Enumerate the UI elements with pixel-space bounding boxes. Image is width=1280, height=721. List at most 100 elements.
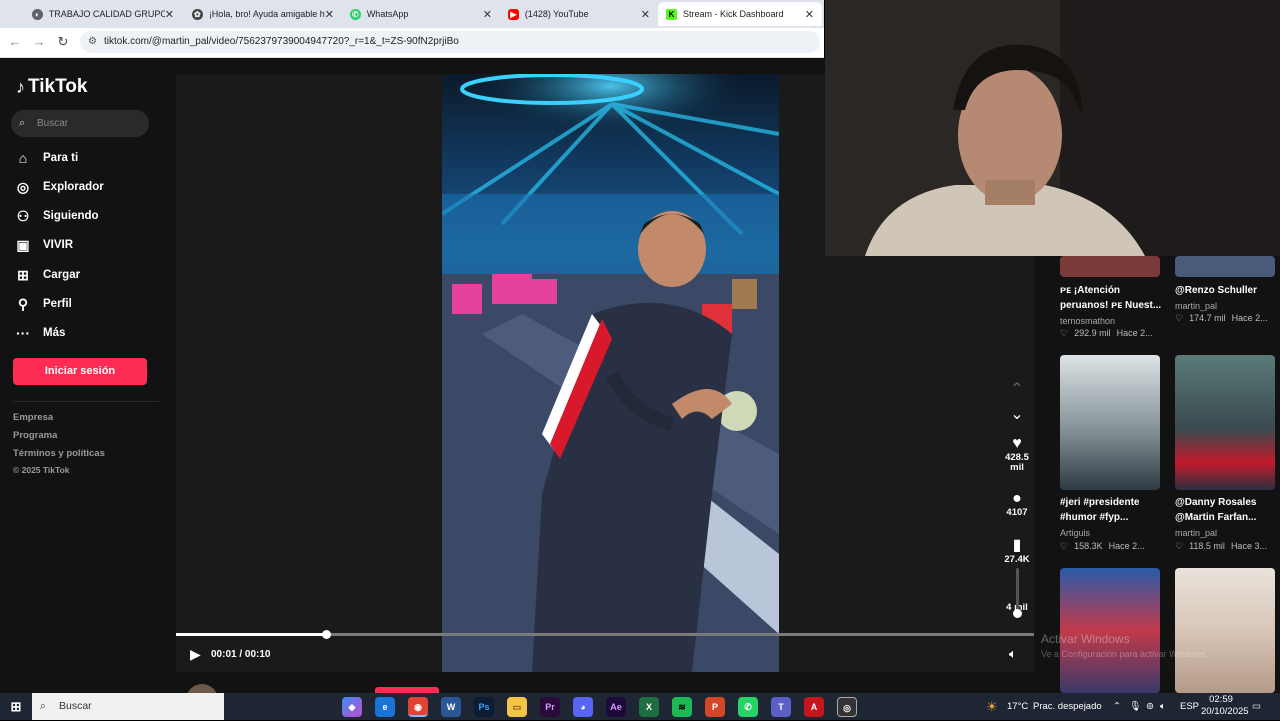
related-user[interactable]: Artiguis — [1060, 528, 1090, 538]
play-button[interactable]: ▶ — [190, 646, 201, 663]
browser-tab-4[interactable]: ▶ (1428) YouTube ✕ — [500, 2, 658, 26]
related-thumbnail[interactable] — [1060, 355, 1160, 490]
nav-label: Para ti — [43, 152, 79, 164]
login-button[interactable]: Iniciar sesión — [13, 358, 147, 385]
save-count: 27.4K — [1004, 554, 1030, 565]
site-info-icon[interactable]: ⚙ — [88, 31, 97, 53]
related-user[interactable]: ternosmathon — [1060, 316, 1115, 326]
related-age: Hace 2... — [1108, 541, 1145, 551]
url-field[interactable]: ⚙ tiktok.com/@martin_pal/video/756237973… — [80, 31, 820, 53]
nav-item-para-ti[interactable]: ⌂ Para ti — [14, 147, 78, 169]
close-icon[interactable]: ✕ — [165, 8, 174, 21]
close-icon[interactable]: ✕ — [805, 8, 814, 21]
spotify-icon[interactable]: ≋ — [672, 697, 692, 717]
nav-item-perfil[interactable]: ⚲ Perfil — [14, 293, 72, 315]
comment-button[interactable]: ● 4107 — [1003, 490, 1031, 518]
like-button[interactable]: ♥ 428.5 mil — [1003, 435, 1031, 473]
nav-label: Cargar — [43, 269, 81, 281]
previous-video-button[interactable]: ⌃ — [1003, 379, 1031, 399]
microphone-icon[interactable]: 🎙︎ — [1129, 693, 1141, 720]
related-title[interactable]: ᴘᴇ ¡Atención peruanos! ᴘᴇ Nuest... — [1060, 283, 1170, 313]
obs-icon[interactable]: ◎ — [837, 697, 857, 717]
network-icon[interactable]: ⊚ — [1146, 693, 1154, 720]
chrome-icon[interactable]: ◉ — [408, 697, 428, 717]
browser-tab-2[interactable]: ✿ ¡Hola, bro! Ayuda amigable hoy ✕ — [184, 2, 342, 26]
nav-item-vivir[interactable]: ▣ VIVIR — [14, 234, 73, 256]
word-icon[interactable]: W — [441, 697, 461, 717]
related-user[interactable]: martin_pal — [1175, 301, 1217, 311]
language-indicator[interactable]: ESP — [1180, 693, 1199, 720]
related-title[interactable]: #jeri #presidente #humor #fyp... — [1060, 495, 1170, 525]
nav-item-explorador[interactable]: ◎ Explorador — [14, 176, 104, 198]
copilot-icon[interactable]: ◆ — [342, 697, 362, 717]
chevron-down-icon: ⌄ — [1010, 406, 1024, 423]
related-user[interactable]: martin_pal — [1175, 528, 1217, 538]
following-icon: ⚇ — [16, 207, 30, 224]
windows-start-icon[interactable]: ⊞ — [6, 697, 26, 717]
webcam-image — [825, 0, 1280, 256]
back-arrow-icon[interactable]: ← — [7, 34, 23, 50]
close-icon[interactable]: ✕ — [483, 8, 492, 21]
after-effects-icon[interactable]: Ae — [606, 697, 626, 717]
video-player[interactable] — [442, 74, 779, 672]
nav-item-cargar[interactable]: ⊞ Cargar — [14, 264, 80, 286]
footer-link-empresa[interactable]: Empresa — [13, 412, 53, 423]
discord-icon[interactable]: ◕ — [573, 697, 593, 717]
photoshop-icon[interactable]: Ps — [474, 697, 494, 717]
browser-tab-5[interactable]: K Stream - Kick Dashboard ✕ — [658, 2, 822, 26]
logo-text: TikTok — [28, 76, 88, 97]
footer-link-terminos[interactable]: Términos y políticas — [13, 448, 105, 459]
save-button[interactable]: ▮ 27.4K — [1003, 535, 1031, 565]
related-thumbnail[interactable] — [1175, 355, 1275, 490]
related-thumbnail[interactable] — [1060, 568, 1160, 693]
tray-chevron-icon[interactable]: ⌃ — [1113, 693, 1121, 720]
webcam-overlay — [825, 0, 1280, 256]
reload-icon[interactable]: ↻ — [55, 34, 71, 50]
close-icon[interactable]: ✕ — [325, 8, 334, 21]
tiktok-logo[interactable]: ♪ TikTok — [16, 76, 87, 98]
search-input[interactable]: ⌕ Buscar — [11, 110, 149, 137]
related-title[interactable]: @Renzo Schuller — [1175, 283, 1280, 298]
footer-link-programa[interactable]: Programa — [13, 430, 57, 441]
powerpoint-icon[interactable]: P — [705, 697, 725, 717]
nav-item-mas[interactable]: ··· Más — [14, 322, 65, 344]
bookmark-icon: ▮ — [1012, 537, 1022, 554]
browser-tab-3[interactable]: ✆ WhatsApp ✕ — [342, 2, 500, 26]
volume-button[interactable]: 🔈︎ — [1009, 646, 1017, 662]
progress-bar[interactable] — [176, 630, 1034, 639]
search-placeholder: Buscar — [37, 118, 69, 129]
whatsapp-taskbar-icon[interactable]: ✆ — [738, 697, 758, 717]
notification-icon[interactable]: ▭ — [1252, 693, 1261, 720]
taskbar-search[interactable]: ⌕ Buscar — [32, 693, 224, 720]
speaker-icon: 🔈︎ — [1009, 646, 1017, 661]
next-video-button[interactable]: ⌄ — [1003, 404, 1031, 424]
close-icon[interactable]: ✕ — [641, 8, 650, 21]
related-thumbnail[interactable] — [1175, 568, 1275, 693]
nav-item-siguiendo[interactable]: ⚇ Siguiendo — [14, 205, 99, 227]
related-thumbnail[interactable] — [1175, 256, 1275, 277]
browser-tab-1[interactable]: ◐ TRABAJO CALIDAD GRUPO2.do ✕ — [24, 2, 182, 26]
excel-icon[interactable]: X — [639, 697, 659, 717]
volume-slider-thumb[interactable] — [1013, 609, 1022, 618]
more-icon: ··· — [16, 325, 30, 341]
weather-temp[interactable]: 17°C — [1007, 693, 1028, 720]
edge-icon[interactable]: e — [375, 697, 395, 717]
tiktok-note-icon: ♪ — [16, 76, 25, 97]
clock-time: 02:59 — [1209, 694, 1233, 705]
windows-watermark-sub: Ve a Configuración para activar Windows. — [1041, 649, 1209, 659]
windows-watermark: Activar Windows — [1041, 632, 1130, 646]
related-thumbnail[interactable] — [1060, 256, 1160, 277]
acrobat-icon[interactable]: A — [804, 697, 824, 717]
home-icon: ⌂ — [18, 150, 28, 166]
related-title[interactable]: @Danny Rosales @Martin Farfan... — [1175, 495, 1280, 525]
clock[interactable]: 02:59 20/10/2025 — [1201, 694, 1249, 721]
nav-label: Más — [43, 327, 66, 339]
weather-desc[interactable]: Prac. despejado — [1033, 693, 1102, 720]
forward-arrow-icon[interactable]: → — [31, 34, 47, 50]
premiere-icon[interactable]: Pr — [540, 697, 560, 717]
related-age: Hace 2... — [1116, 328, 1153, 338]
volume-tray-icon[interactable]: 🔈︎ — [1160, 693, 1166, 720]
weather-icon: ☀ — [986, 699, 998, 714]
teams-icon[interactable]: T — [771, 697, 791, 717]
file-explorer-icon[interactable]: ▭ — [507, 697, 527, 717]
